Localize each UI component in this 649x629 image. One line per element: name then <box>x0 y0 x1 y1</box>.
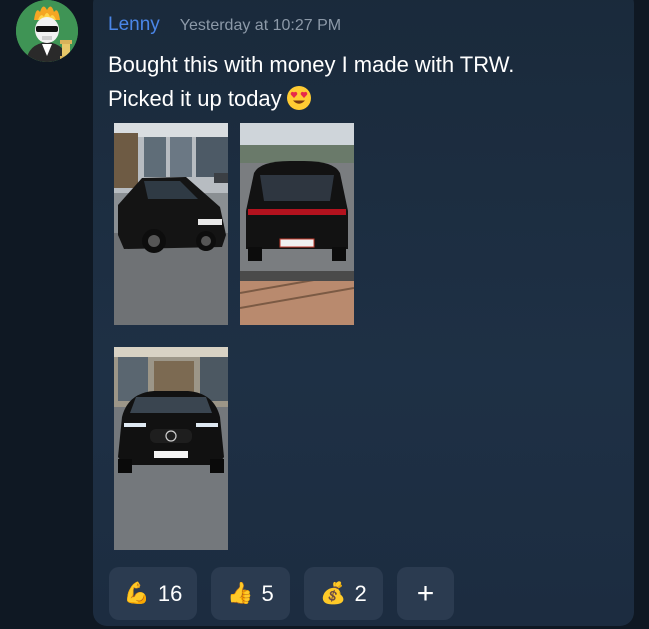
car-photo-2-icon <box>240 123 354 325</box>
message-line-2-wrap: Picked it up today <box>108 82 618 121</box>
message-line-1: Bought this with money I made with TRW. <box>108 52 515 77</box>
reaction-count: 16 <box>157 580 183 606</box>
photo-car-rear[interactable] <box>240 123 354 325</box>
reaction-flexed-biceps[interactable]: 💪 16 <box>109 567 197 620</box>
photo-car-front[interactable] <box>114 347 228 550</box>
avatar-image-icon <box>16 0 78 62</box>
car-photo-3-icon <box>114 347 228 550</box>
photo-car-front-side[interactable] <box>114 123 228 325</box>
plus-icon: + <box>416 576 435 610</box>
thumbs-up-icon: 👍 <box>227 582 254 605</box>
reaction-count: 5 <box>261 580 274 606</box>
message-line-2: Picked it up today <box>108 86 282 111</box>
message-header: Lenny Yesterday at 10:27 PM <box>108 14 341 36</box>
reaction-money-bag[interactable]: 💰 2 <box>304 567 383 620</box>
money-bag-icon: 💰 <box>320 582 347 605</box>
add-reaction-button[interactable]: + <box>397 567 454 620</box>
reactions-bar: 💪 16 👍 5 💰 2 + <box>109 567 454 620</box>
car-photo-1-icon <box>114 123 228 325</box>
heart-eyes-emoji-icon <box>286 85 312 121</box>
user-avatar[interactable] <box>16 0 78 62</box>
chat-view: Lenny Yesterday at 10:27 PM Bought this … <box>0 0 649 629</box>
reaction-count: 2 <box>354 580 367 606</box>
message-text: Bought this with money I made with TRW. … <box>108 48 618 121</box>
username[interactable]: Lenny <box>108 14 160 36</box>
timestamp: Yesterday at 10:27 PM <box>179 17 342 34</box>
flexed-biceps-icon: 💪 <box>123 582 150 605</box>
reaction-thumbs-up[interactable]: 👍 5 <box>211 567 290 620</box>
